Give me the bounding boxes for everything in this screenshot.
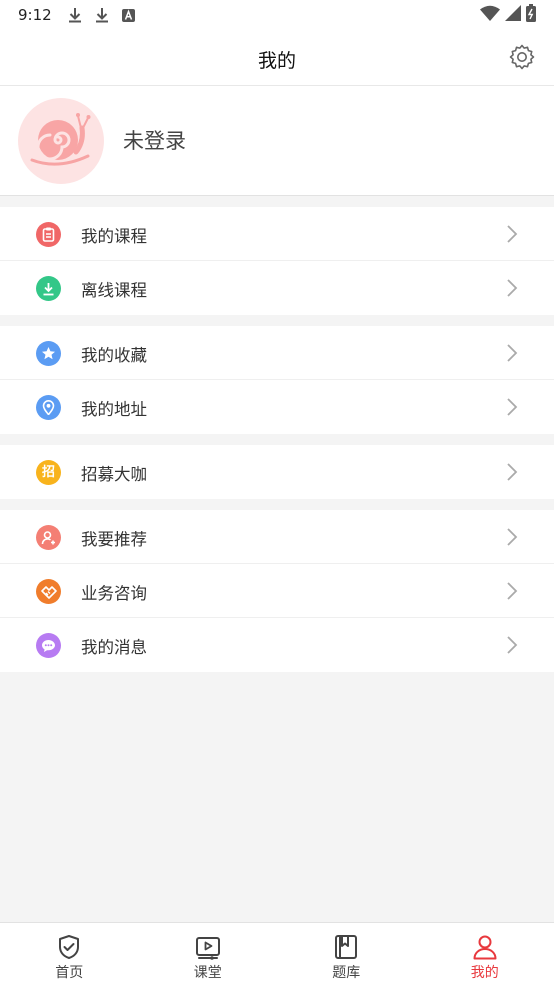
video-play-icon: [195, 937, 220, 960]
menu-group-courses: 我的课程 离线课程: [0, 207, 554, 315]
chevron-right-icon: [506, 581, 518, 601]
menu-item-label: 我的课程: [81, 227, 147, 246]
tab-me[interactable]: 我的: [416, 923, 554, 984]
profile-section[interactable]: 未登录: [0, 86, 554, 196]
menu-item-my-favorites[interactable]: 我的收藏: [0, 326, 554, 380]
chevron-right-icon: [506, 462, 518, 482]
chevron-right-icon: [506, 397, 518, 417]
tab-classroom[interactable]: 课堂: [139, 923, 278, 984]
chevron-right-icon: [506, 224, 518, 244]
menu-group-recruit: 招 招募大咖: [0, 445, 554, 499]
recruit-icon: 招: [36, 460, 61, 485]
download-notification-icon: [64, 6, 86, 24]
tab-home[interactable]: 首页: [0, 923, 139, 984]
book-bookmark-icon: [335, 935, 358, 959]
login-status-text[interactable]: 未登录: [123, 125, 186, 155]
app-notification-icon: [118, 6, 140, 24]
battery-icon: [526, 4, 536, 26]
menu-item-offline-courses[interactable]: 离线课程: [0, 261, 554, 315]
shield-check-icon: [59, 935, 80, 959]
menu-item-label: 我的地址: [81, 400, 147, 419]
menu-group-favorites: 我的收藏 我的地址: [0, 326, 554, 434]
handshake-icon: [36, 579, 61, 604]
status-time: 9:12: [18, 6, 52, 24]
chevron-right-icon: [506, 635, 518, 655]
top-app-bar: 我的: [0, 30, 554, 86]
chevron-right-icon: [506, 278, 518, 298]
tab-label: 题库: [332, 965, 361, 981]
menu-item-my-address[interactable]: 我的地址: [0, 380, 554, 434]
user-icon: [473, 935, 497, 960]
menu-item-recruit[interactable]: 招 招募大咖: [0, 445, 554, 499]
menu-item-my-courses[interactable]: 我的课程: [0, 207, 554, 261]
chevron-right-icon: [506, 343, 518, 363]
location-pin-icon: [36, 395, 61, 420]
status-bar: 9:12: [0, 0, 554, 30]
tab-label: 首页: [55, 965, 84, 981]
menu-item-recommend[interactable]: 我要推荐: [0, 510, 554, 564]
bottom-tab-bar: 首页 课堂 题库 我的: [0, 922, 554, 984]
clipboard-icon: [36, 222, 61, 247]
tab-label: 我的: [470, 965, 499, 981]
avatar[interactable]: [18, 98, 104, 184]
download-notification-icon: [91, 6, 113, 24]
settings-gear-icon[interactable]: [508, 43, 536, 71]
menu-group-services: 我要推荐 业务咨询 我的消息: [0, 510, 554, 672]
menu-item-label: 我的收藏: [81, 346, 147, 365]
menu-item-label: 离线课程: [81, 281, 147, 300]
menu-item-messages[interactable]: 我的消息: [0, 618, 554, 672]
page-title: 我的: [257, 50, 296, 72]
tab-question-bank[interactable]: 题库: [277, 923, 416, 984]
chevron-right-icon: [506, 527, 518, 547]
menu-item-consult[interactable]: 业务咨询: [0, 564, 554, 618]
user-plus-icon: [36, 525, 61, 550]
recruit-glyph: 招: [41, 465, 55, 480]
snail-logo-icon: [30, 113, 91, 166]
menu-item-label: 招募大咖: [81, 465, 147, 484]
menu-item-label: 我的消息: [81, 638, 147, 657]
chat-bubble-icon: [36, 633, 61, 658]
menu-item-label: 我要推荐: [81, 530, 147, 549]
tab-label: 课堂: [193, 965, 222, 981]
cellular-signal-icon: [505, 5, 521, 25]
menu-item-label: 业务咨询: [81, 584, 147, 603]
star-icon: [36, 341, 61, 366]
wifi-icon: [480, 5, 500, 25]
download-icon: [36, 276, 61, 301]
